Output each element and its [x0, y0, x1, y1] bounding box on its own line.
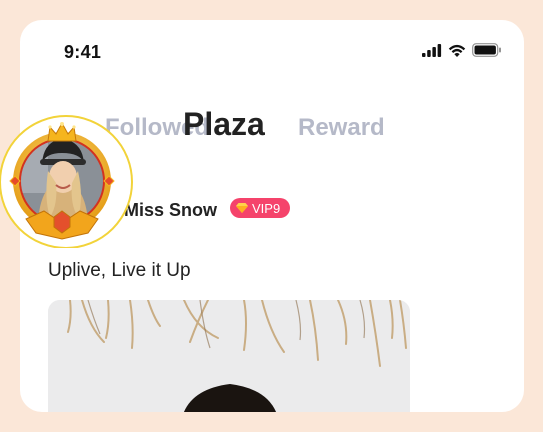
status-time: 9:41 — [64, 42, 102, 62]
tab-reward[interactable]: Reward — [298, 114, 385, 142]
status-bar: 9:41 — [20, 20, 524, 80]
post-image[interactable] — [48, 300, 410, 412]
status-icons — [422, 43, 502, 57]
vip-badge: VIP9 — [230, 198, 291, 218]
post-photo — [48, 300, 410, 412]
battery-icon — [472, 43, 501, 57]
wifi-icon — [448, 44, 466, 57]
diamond-icon — [236, 203, 248, 213]
post-caption: Uplive, Live it Up — [48, 260, 191, 281]
signal-icon — [422, 43, 442, 57]
streamer-avatar[interactable] — [0, 113, 140, 249]
vip-level: VIP9 — [252, 200, 281, 216]
tab-plaza[interactable]: Plaza — [183, 106, 265, 143]
